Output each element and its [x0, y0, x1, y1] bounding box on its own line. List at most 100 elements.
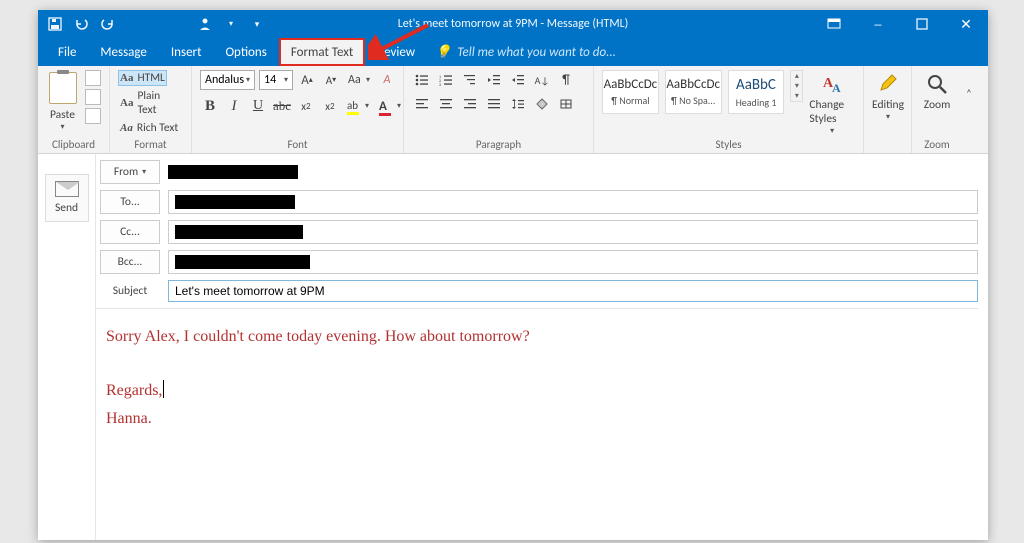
qat-more-icon[interactable]: ▾ [250, 17, 264, 31]
font-color-button[interactable]: A▾ [376, 96, 404, 116]
group-label-clipboard: Clipboard [46, 136, 101, 151]
save-icon[interactable] [48, 17, 62, 31]
bcc-button[interactable]: Bcc... [100, 250, 160, 274]
sort-button[interactable]: A↓ [532, 70, 552, 90]
ribbon-display-icon[interactable] [812, 10, 856, 38]
bold-button[interactable]: B [200, 96, 220, 116]
shading-button[interactable] [532, 94, 552, 114]
send-button[interactable]: Send [45, 174, 89, 222]
paste-label: Paste [50, 108, 75, 122]
group-label-editing [872, 149, 903, 151]
copy-button[interactable] [85, 89, 101, 105]
svg-text:A: A [832, 81, 841, 95]
subject-label: Subject [100, 284, 160, 298]
font-name-select[interactable]: Andalus▾ [200, 70, 255, 90]
style-no-spacing[interactable]: AaBbCcDc ¶ No Spa... [665, 70, 722, 114]
group-label-font: Font [200, 136, 395, 151]
style-normal[interactable]: AaBbCcDc ¶ Normal [602, 70, 659, 114]
justify-button[interactable] [484, 94, 504, 114]
message-body[interactable]: Sorry Alex, I couldn't come today evenin… [96, 308, 978, 446]
ribbon: Paste ▾ Clipboard AaAa HTMLHTML AaPlain … [38, 66, 988, 154]
align-left-button[interactable] [412, 94, 432, 114]
cc-field[interactable] [168, 220, 978, 244]
decrease-indent-button[interactable] [484, 70, 504, 90]
tab-format-text[interactable]: Format Text [279, 38, 365, 66]
redo-icon[interactable] [100, 17, 114, 31]
tab-insert[interactable]: Insert [159, 38, 214, 66]
group-styles: AaBbCcDc ¶ Normal AaBbCcDc ¶ No Spa... A… [594, 66, 864, 153]
grow-font-button[interactable]: A▴ [297, 70, 317, 90]
maximize-button[interactable] [900, 10, 944, 38]
format-html-button[interactable]: AaAa HTMLHTML [118, 70, 167, 86]
body-line3: Hanna. [106, 405, 968, 432]
strikethrough-button[interactable]: abc [272, 96, 292, 116]
italic-button[interactable]: I [224, 96, 244, 116]
undo-icon[interactable] [74, 17, 88, 31]
svg-text:3: 3 [439, 83, 441, 86]
close-button[interactable]: ✕ [944, 10, 988, 38]
align-center-button[interactable] [436, 94, 456, 114]
superscript-button[interactable]: x2 [320, 96, 340, 116]
format-rich-button[interactable]: AaRich Text [118, 120, 180, 136]
clear-formatting-button[interactable]: A [377, 70, 397, 90]
highlight-button[interactable]: ab▾ [344, 96, 372, 116]
group-label-styles: Styles [602, 136, 855, 151]
subscript-button[interactable]: x2 [296, 96, 316, 116]
to-button[interactable]: To... [100, 190, 160, 214]
bullets-button[interactable] [412, 70, 432, 90]
from-button[interactable]: From ▾ [100, 160, 160, 184]
bcc-field[interactable] [168, 250, 978, 274]
tell-me-placeholder: Tell me what you want to do... [457, 45, 616, 60]
change-styles-icon: AA [820, 72, 844, 96]
line-spacing-button[interactable] [508, 94, 528, 114]
style-gallery-nav[interactable]: ▴▾▾ [790, 70, 803, 102]
show-marks-button[interactable]: ¶ [556, 70, 576, 90]
tab-review[interactable]: Review [365, 38, 427, 66]
body-line2: Regards, [106, 377, 968, 404]
tell-me-search[interactable]: 💡 Tell me what you want to do... [427, 45, 616, 60]
group-font: Andalus▾ 14▾ A▴ A▾ Aa▾ A B I U abc x2 x2… [192, 66, 404, 153]
change-styles-button[interactable]: AA Change Styles▾ [809, 70, 855, 136]
zoom-button[interactable]: Zoom [920, 70, 954, 112]
compose-area: Send From ▾ To... Cc... Bcc... Subject [38, 154, 988, 540]
to-field[interactable] [168, 190, 978, 214]
person-icon[interactable] [198, 17, 212, 31]
style-heading1[interactable]: AaBbC Heading 1 [728, 70, 785, 114]
window-title: Let's meet tomorrow at 9PM - Message (HT… [398, 17, 629, 31]
tab-options[interactable]: Options [213, 38, 278, 66]
clipboard-icon [49, 72, 77, 104]
subject-field[interactable] [168, 280, 978, 302]
ribbon-tabs: File Message Insert Options Format Text … [38, 38, 988, 66]
body-line1: Sorry Alex, I couldn't come today evenin… [106, 323, 968, 350]
group-label-paragraph: Paragraph [412, 136, 585, 151]
envelope-icon [55, 181, 79, 197]
align-right-button[interactable] [460, 94, 480, 114]
minimize-button[interactable]: ─ [856, 10, 900, 38]
header-fields: From ▾ To... Cc... Bcc... Subject Sorry … [96, 154, 988, 540]
magnifier-icon [925, 72, 949, 96]
group-label-format: Format [118, 136, 183, 151]
editing-button[interactable]: Editing▾ [872, 70, 904, 122]
cut-button[interactable] [85, 70, 101, 86]
numbering-button[interactable]: 123 [436, 70, 456, 90]
qat-customize-icon[interactable]: ▾ [224, 17, 238, 31]
outlook-message-window: ▾ ▾ Let's meet tomorrow at 9PM - Message… [38, 10, 988, 540]
cc-button[interactable]: Cc... [100, 220, 160, 244]
font-size-select[interactable]: 14▾ [259, 70, 293, 90]
underline-button[interactable]: U [248, 96, 268, 116]
format-painter-button[interactable] [85, 108, 101, 124]
tab-message[interactable]: Message [88, 38, 158, 66]
change-case-button[interactable]: Aa▾ [345, 70, 373, 90]
format-plain-button[interactable]: AaPlain Text [118, 88, 183, 118]
send-panel: Send [38, 154, 96, 540]
multilevel-list-button[interactable] [460, 70, 480, 90]
tab-file[interactable]: File [46, 38, 88, 66]
collapse-ribbon-icon[interactable]: ˄ [962, 66, 976, 120]
group-clipboard: Paste ▾ Clipboard [38, 66, 110, 153]
paste-button[interactable]: Paste ▾ [46, 70, 79, 132]
borders-button[interactable] [556, 94, 576, 114]
shrink-font-button[interactable]: A▾ [321, 70, 341, 90]
group-editing: Editing▾ [864, 66, 912, 153]
increase-indent-button[interactable] [508, 70, 528, 90]
group-paragraph: 123 A↓ ¶ Paragraph [404, 66, 594, 153]
